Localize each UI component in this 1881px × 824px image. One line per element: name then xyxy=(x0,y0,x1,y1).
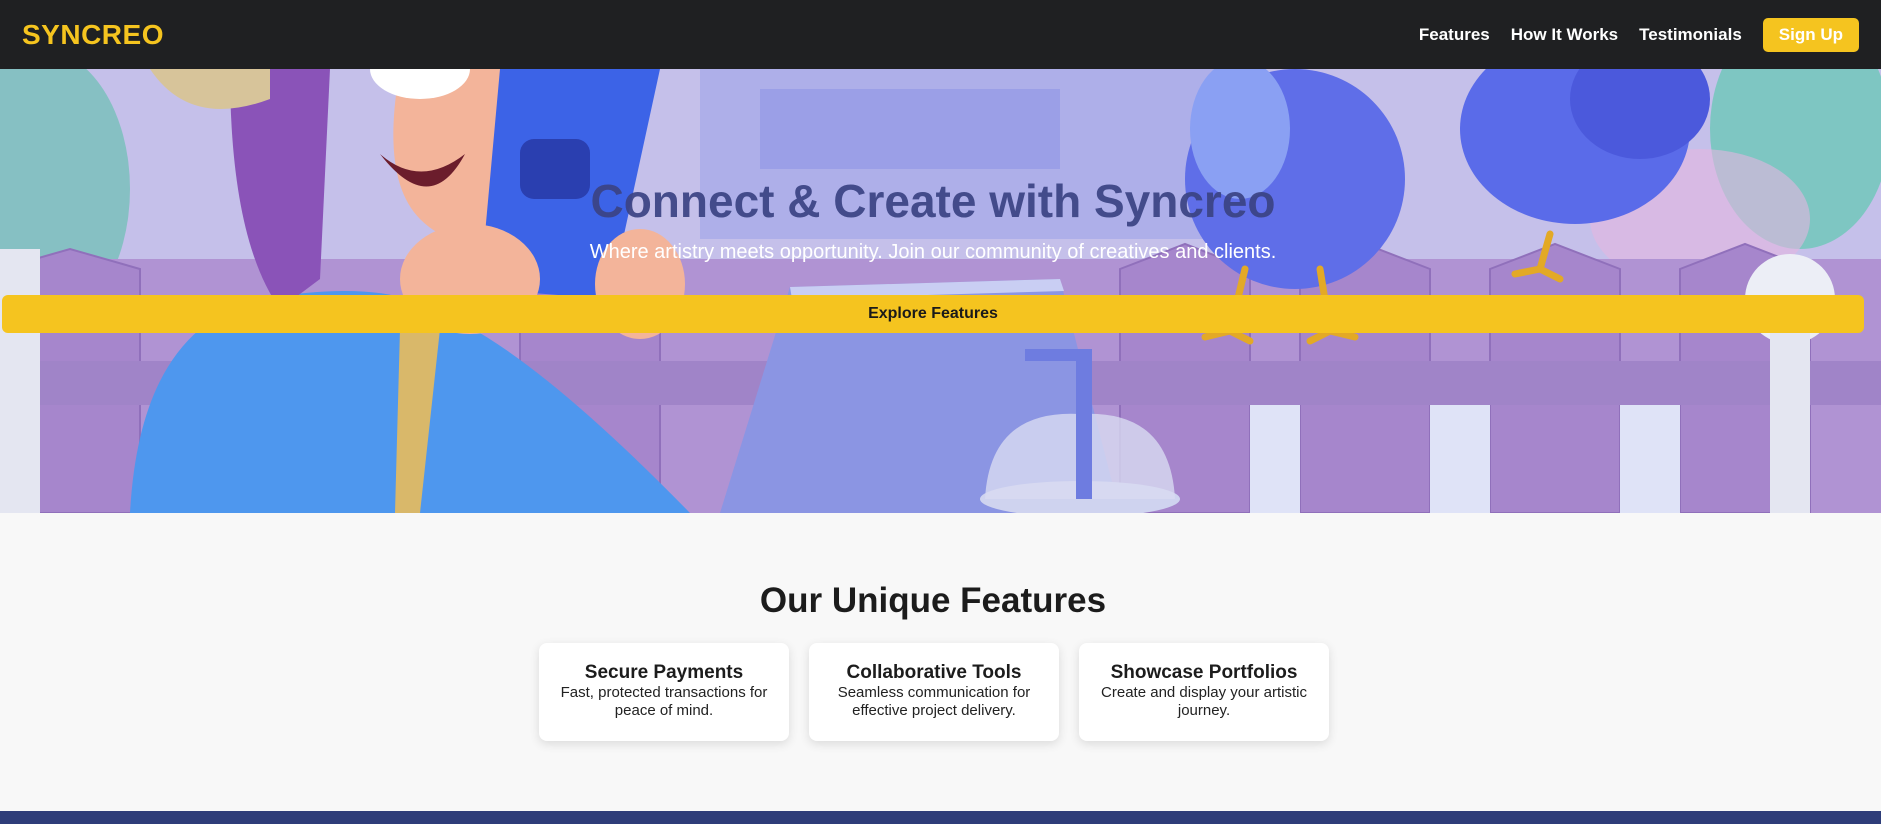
nav-links: Features How It Works Testimonials Sign … xyxy=(1419,17,1859,52)
feature-card-description: Create and display your artistic journey… xyxy=(1101,684,1307,719)
feature-cards: Secure Payments Fast, protected transact… xyxy=(539,643,1329,741)
hero-background-illustration xyxy=(0,69,1881,513)
explore-features-button[interactable]: Explore Features xyxy=(2,295,1864,333)
feature-card-title: Collaborative Tools xyxy=(846,662,1022,683)
sign-up-button[interactable]: Sign Up xyxy=(1762,17,1859,52)
features-heading: Our Unique Features xyxy=(759,581,1107,620)
nav-link-how-it-works[interactable]: How It Works xyxy=(1511,25,1618,45)
feature-card-secure-payments: Secure Payments Fast, protected transact… xyxy=(539,643,789,741)
hero-subtitle: Where artistry meets opportunity. Join o… xyxy=(589,241,1277,263)
top-navbar: SYNCREO Features How It Works Testimonia… xyxy=(0,0,1881,69)
brand-logo[interactable]: SYNCREO xyxy=(22,19,164,51)
hero-section: Connect & Create with Syncreo Where arti… xyxy=(0,69,1881,513)
feature-card-showcase-portfolios: Showcase Portfolios Create and display y… xyxy=(1079,643,1329,741)
feature-card-description: Seamless communication for effective pro… xyxy=(837,684,1031,719)
hero-title: Connect & Create with Syncreo xyxy=(590,175,1276,227)
feature-card-description: Fast, protected transactions for peace o… xyxy=(560,684,768,719)
feature-card-collaborative-tools: Collaborative Tools Seamless communicati… xyxy=(809,643,1059,741)
nav-link-features[interactable]: Features xyxy=(1419,25,1490,45)
features-section: Our Unique Features Secure Payments Fast… xyxy=(0,513,1881,811)
footer-strip xyxy=(0,811,1881,824)
nav-link-testimonials[interactable]: Testimonials xyxy=(1639,25,1742,45)
feature-card-title: Showcase Portfolios xyxy=(1110,662,1298,683)
feature-card-title: Secure Payments xyxy=(584,662,744,683)
